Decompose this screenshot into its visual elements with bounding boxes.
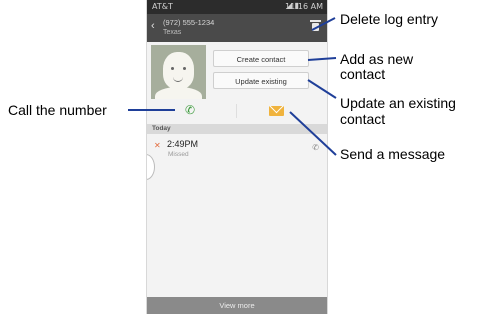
callout-line-delete (311, 17, 336, 31)
callout-call: Call the number (8, 102, 107, 118)
callout-add-line2: contact (340, 66, 386, 82)
callout-delete: Delete log entry (340, 11, 439, 27)
callout-send: Send a message (340, 146, 446, 162)
callout-update-line1: Update an existing (340, 95, 456, 111)
callout-add-line1: Add as new (340, 51, 414, 67)
callout-update-line2: contact (340, 111, 386, 127)
callout-line-send (289, 111, 337, 156)
callout-line-add (307, 57, 337, 61)
callout-line-update (307, 79, 337, 99)
